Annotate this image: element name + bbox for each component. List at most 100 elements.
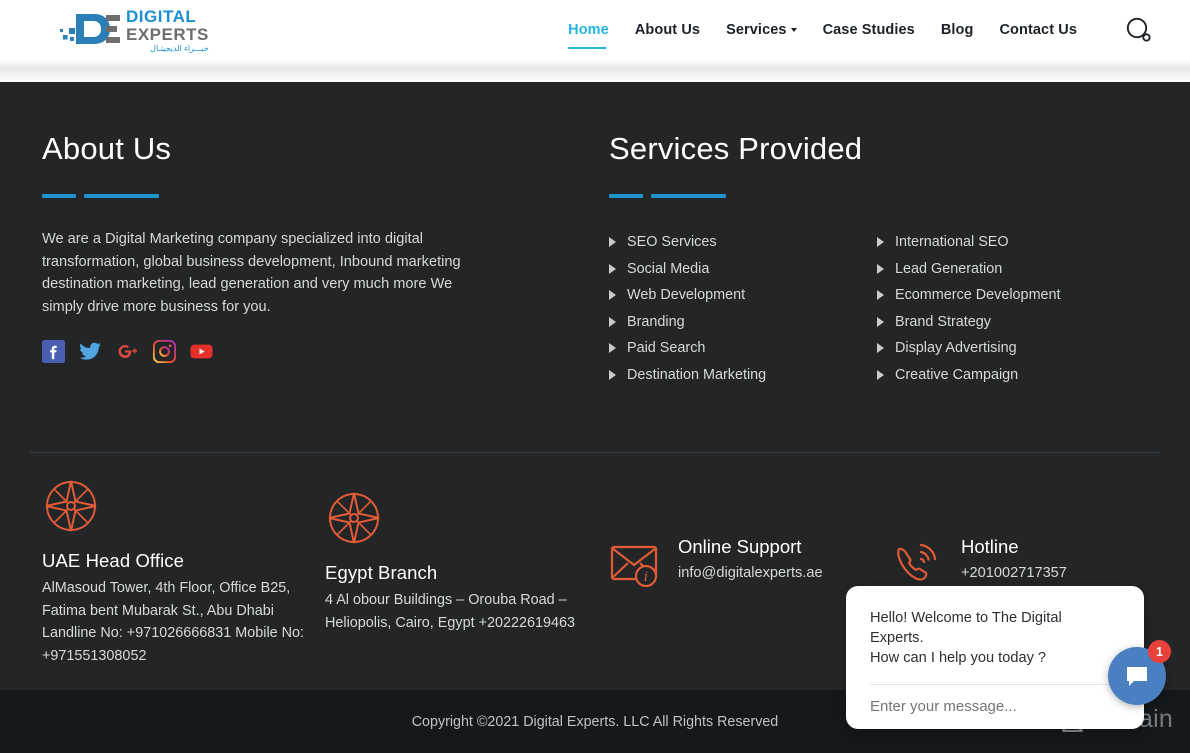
- contact-egypt-title: Egypt Branch: [325, 562, 438, 583]
- nav-active-underline: [568, 47, 607, 49]
- service-label: Ecommerce Development: [895, 287, 1061, 304]
- bullet-arrow-icon: [609, 369, 616, 380]
- service-label: Creative Campaign: [895, 366, 1019, 383]
- main-navigation: Home About Us Services Case Studies Blog…: [555, 0, 1090, 60]
- youtube-icon[interactable]: [190, 340, 213, 363]
- bullet-arrow-icon: [609, 290, 616, 301]
- chat-divider: [870, 684, 1120, 685]
- twitter-icon[interactable]: [79, 340, 102, 363]
- online-support-text-block: Online Support info@digitalexperts.ae: [678, 536, 823, 581]
- chat-greeting-line-2: Experts.: [870, 630, 924, 646]
- service-item-social-media[interactable]: Social Media: [609, 261, 877, 277]
- revain-logo-icon: [1056, 705, 1083, 732]
- hotline-text-block: Hotline +201002717357: [961, 536, 1067, 581]
- hotline-title: Hotline: [961, 536, 1019, 557]
- contact-uae-address: AlMasoud Tower, 4th Floor, Office B25, F…: [42, 580, 305, 664]
- services-heading-underline: [609, 194, 1129, 199]
- logo-line-experts: EXPERTS: [126, 24, 209, 44]
- service-label: Web Development: [627, 287, 746, 304]
- bullet-arrow-icon: [877, 263, 884, 274]
- nav-item-case-studies-label: Case Studies: [822, 22, 915, 38]
- chat-greeting-line-3: How can I help you today ?: [870, 650, 1047, 666]
- hotline-number[interactable]: +201002717357: [961, 565, 1067, 581]
- envelope-info-icon: i: [610, 545, 658, 588]
- nav-item-blog[interactable]: Blog: [928, 22, 987, 38]
- chevron-down-icon: [790, 28, 797, 33]
- service-label: Paid Search: [627, 340, 706, 357]
- about-heading-underline: [42, 194, 512, 199]
- online-support-title: Online Support: [678, 536, 802, 557]
- bullet-arrow-icon: [609, 237, 616, 248]
- accent-bar-short: [609, 194, 643, 199]
- search-button[interactable]: [1120, 11, 1158, 49]
- digital-experts-logo-icon: [60, 10, 122, 50]
- bullet-arrow-icon: [609, 316, 616, 327]
- footer-services-column: Services Provided SEO Services Internati…: [609, 131, 1129, 383]
- nav-item-services[interactable]: Services: [713, 22, 809, 38]
- copyright-text: Copyright ©2021 Digital Experts. LLC All…: [411, 713, 779, 730]
- footer-divider: [30, 452, 1160, 453]
- compass-icon: [328, 492, 380, 544]
- nav-item-home-label: Home: [568, 22, 609, 38]
- header-bottom-strip: [0, 60, 1190, 82]
- nav-item-blog-label: Blog: [940, 22, 974, 38]
- compass-icon: [45, 480, 97, 532]
- service-label: International SEO: [895, 234, 1009, 251]
- bullet-arrow-icon: [877, 316, 884, 327]
- online-support-email[interactable]: info@digitalexperts.ae: [678, 565, 823, 581]
- services-provided-heading: Services Provided: [609, 131, 863, 166]
- service-item-lead-generation[interactable]: Lead Generation: [877, 261, 1129, 277]
- nav-item-case-studies[interactable]: Case Studies: [810, 22, 928, 38]
- bullet-arrow-icon: [609, 263, 616, 274]
- service-item-display-advertising[interactable]: Display Advertising: [877, 340, 1129, 356]
- facebook-icon[interactable]: [42, 340, 65, 364]
- service-item-ecommerce-development[interactable]: Ecommerce Development: [877, 287, 1129, 303]
- service-label: Brand Strategy: [895, 313, 991, 330]
- nav-item-about-us[interactable]: About Us: [622, 22, 713, 38]
- bullet-arrow-icon: [877, 237, 884, 248]
- contact-egypt-branch: Egypt Branch 4 Al obour Buildings – Orou…: [325, 489, 595, 634]
- accent-bar-long: [84, 194, 159, 199]
- service-item-brand-strategy[interactable]: Brand Strategy: [877, 314, 1129, 330]
- chat-greeting: Hello! Welcome to The Digital Experts. H…: [870, 608, 1120, 668]
- services-list: SEO Services International SEO Social Me…: [609, 234, 1129, 383]
- service-item-web-development[interactable]: Web Development: [609, 287, 877, 303]
- nav-item-home[interactable]: Home: [555, 22, 622, 49]
- bullet-arrow-icon: [877, 369, 884, 380]
- service-label: Branding: [627, 313, 685, 330]
- site-header: DIGITAL EXPERTS خبـــراء الديجيتـال Home…: [0, 0, 1190, 60]
- about-us-body-text: We are a Digital Marketing company speci…: [42, 231, 461, 315]
- contact-uae-head-office: UAE Head Office AlMasoud Tower, 4th Floo…: [42, 477, 312, 667]
- footer-about-column: About Us We are a Digital Marketing comp…: [42, 131, 512, 364]
- chat-bubble-icon: [1127, 667, 1147, 686]
- logo-wordmark: DIGITAL EXPERTS خبـــراء الديجيتـال: [126, 8, 209, 53]
- nav-item-services-label: Services: [726, 22, 787, 38]
- bullet-arrow-icon: [877, 343, 884, 354]
- nav-item-contact-us-label: Contact Us: [999, 22, 1077, 38]
- service-label: Lead Generation: [895, 260, 1003, 277]
- service-item-paid-search[interactable]: Paid Search: [609, 340, 877, 356]
- contact-online-support: i Online Support info@digitalexperts.ae: [610, 536, 900, 591]
- service-item-destination-marketing[interactable]: Destination Marketing: [609, 367, 877, 383]
- page-root: DIGITAL EXPERTS خبـــراء الديجيتـال Home…: [0, 0, 1190, 753]
- phone-ring-icon: [897, 543, 937, 581]
- service-item-seo-services[interactable]: SEO Services: [609, 234, 877, 250]
- google-plus-icon[interactable]: [116, 340, 139, 363]
- search-icon: [1126, 17, 1151, 42]
- service-item-international-seo[interactable]: International SEO: [877, 234, 1129, 250]
- service-item-branding[interactable]: Branding: [609, 314, 877, 330]
- svg-text:i: i: [644, 570, 648, 585]
- site-logo[interactable]: DIGITAL EXPERTS خبـــراء الديجيتـال: [60, 8, 210, 52]
- logo-line-digital: DIGITAL: [126, 6, 197, 26]
- nav-item-contact-us[interactable]: Contact Us: [986, 22, 1090, 38]
- bullet-arrow-icon: [877, 290, 884, 301]
- service-item-creative-campaign[interactable]: Creative Campaign: [877, 367, 1129, 383]
- contact-uae-title: UAE Head Office: [42, 550, 185, 571]
- bullet-arrow-icon: [609, 343, 616, 354]
- chat-unread-badge: 1: [1148, 640, 1171, 663]
- service-label: Display Advertising: [895, 340, 1017, 357]
- nav-item-about-us-label: About Us: [634, 22, 701, 38]
- instagram-icon[interactable]: [153, 340, 176, 364]
- revain-watermark-text: Revain: [1094, 704, 1174, 733]
- revain-watermark: Revain: [1055, 704, 1173, 734]
